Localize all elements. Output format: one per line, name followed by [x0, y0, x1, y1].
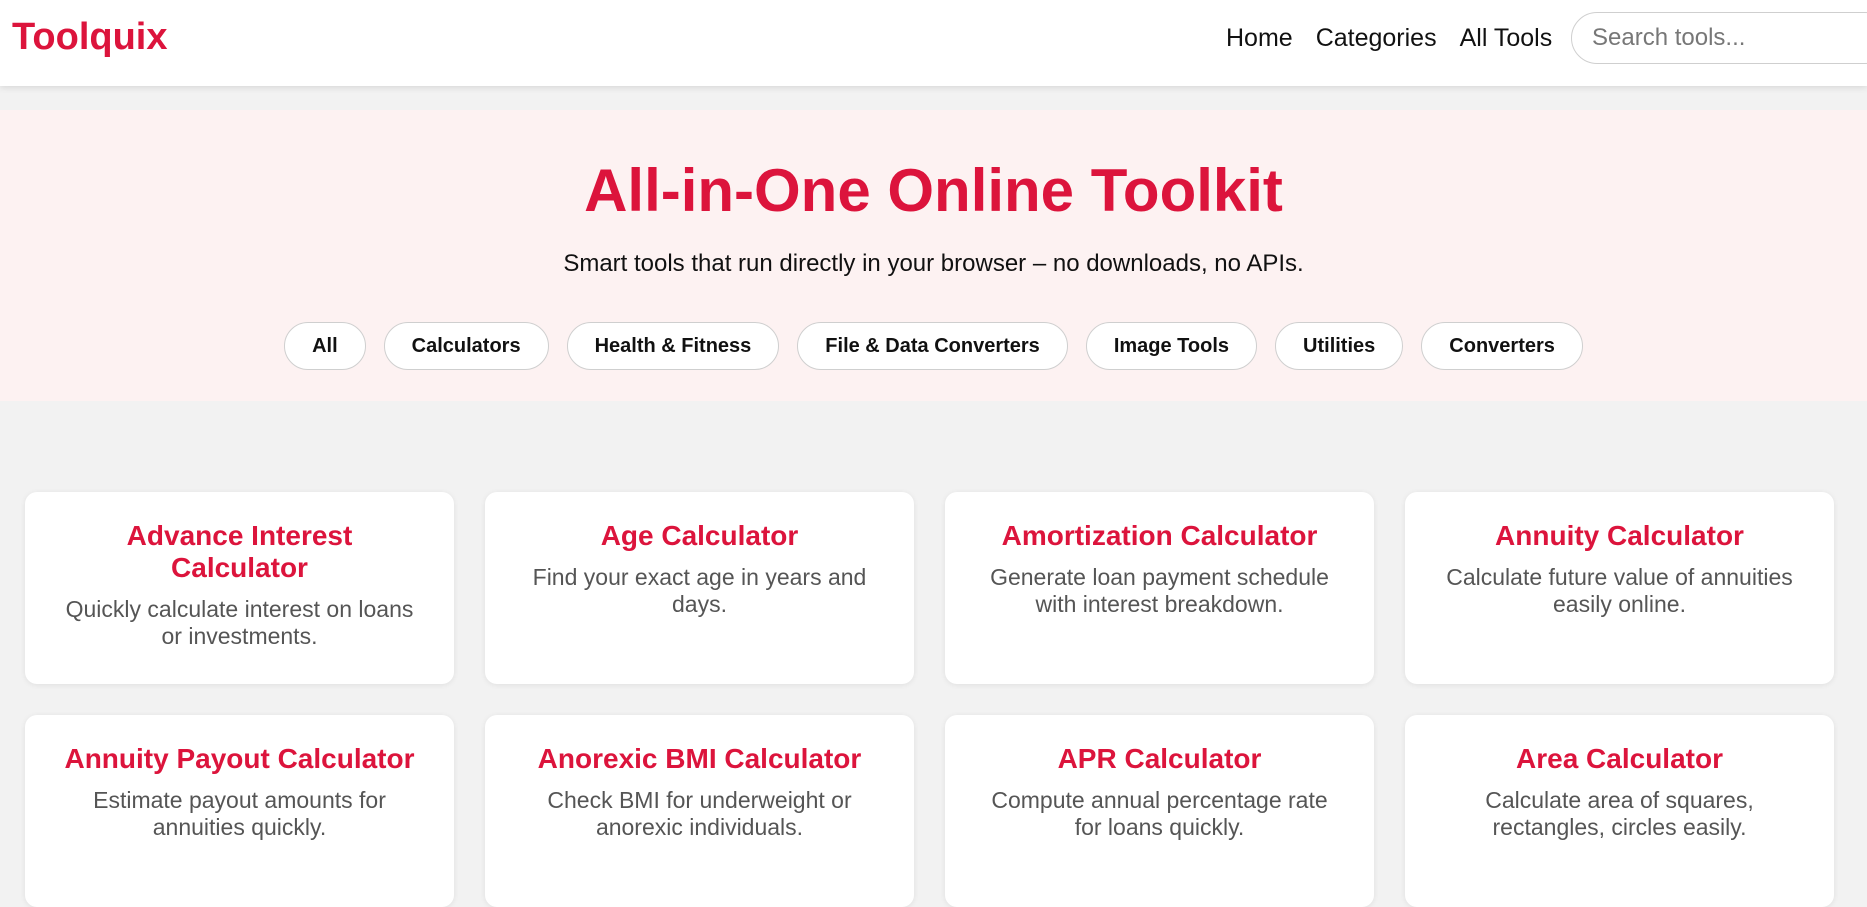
- tool-card-amortization[interactable]: Amortization Calculator Generate loan pa…: [945, 492, 1374, 684]
- tool-card-advance-interest[interactable]: Advance Interest Calculator Quickly calc…: [25, 492, 454, 684]
- tool-card-description: Compute annual percentage rate for loans…: [991, 787, 1328, 840]
- tool-card-title: Annuity Calculator: [1495, 520, 1744, 551]
- nav-categories-link[interactable]: Categories: [1316, 22, 1437, 54]
- tool-card-description: Check BMI for underweight or anorexic in…: [547, 787, 852, 840]
- tool-card-area[interactable]: Area Calculator Calculate area of square…: [1405, 715, 1834, 907]
- hero-title: All-in-One Online Toolkit: [584, 157, 1283, 224]
- filter-calculators[interactable]: Calculators: [383, 322, 549, 370]
- tool-card-description: Calculate area of squares, rectangles, c…: [1485, 787, 1754, 840]
- tool-card-title: Advance Interest Calculator: [126, 520, 353, 583]
- tool-card-description: Quickly calculate interest on loans or i…: [65, 596, 414, 649]
- tool-card-annuity-payout[interactable]: Annuity Payout Calculator Estimate payou…: [25, 715, 454, 907]
- tool-card-age[interactable]: Age Calculator Find your exact age in ye…: [485, 492, 914, 684]
- tool-card-title: Anorexic BMI Calculator: [537, 743, 862, 774]
- tool-card-title: Amortization Calculator: [1001, 520, 1318, 551]
- hero-section: All-in-One Online Toolkit Smart tools th…: [0, 110, 1867, 401]
- filter-utilities[interactable]: Utilities: [1275, 322, 1404, 370]
- filter-file-data-converters[interactable]: File & Data Converters: [797, 322, 1068, 370]
- filter-all[interactable]: All: [284, 322, 366, 370]
- tool-card-apr[interactable]: APR Calculator Compute annual percentage…: [945, 715, 1374, 907]
- tool-card-title: Age Calculator: [600, 520, 799, 551]
- tool-card-title: Annuity Payout Calculator: [64, 743, 415, 774]
- main-nav: Home Categories All Tools: [1226, 22, 1575, 54]
- tool-card-annuity[interactable]: Annuity Calculator Calculate future valu…: [1405, 492, 1834, 684]
- category-filters: All Calculators Health & Fitness File & …: [0, 322, 1867, 370]
- tool-card-anorexic-bmi[interactable]: Anorexic BMI Calculator Check BMI for un…: [485, 715, 914, 907]
- filter-health-fitness[interactable]: Health & Fitness: [566, 322, 780, 370]
- site-header: Toolquix Home Categories All Tools: [0, 0, 1867, 86]
- tool-card-description: Generate loan payment schedule with inte…: [990, 564, 1329, 617]
- tool-card-description: Calculate future value of annuities easi…: [1446, 564, 1793, 617]
- tools-grid: Advance Interest Calculator Quickly calc…: [25, 492, 1834, 907]
- tool-card-description: Find your exact age in years and days.: [532, 564, 867, 617]
- search-input[interactable]: [1571, 12, 1867, 64]
- filter-image-tools[interactable]: Image Tools: [1085, 322, 1258, 370]
- tool-card-title: Area Calculator: [1516, 743, 1723, 774]
- site-logo[interactable]: Toolquix: [12, 16, 168, 59]
- tool-card-title: APR Calculator: [1057, 743, 1262, 774]
- filter-converters[interactable]: Converters: [1421, 322, 1583, 370]
- tool-card-description: Estimate payout amounts for annuities qu…: [93, 787, 386, 840]
- nav-all-tools-link[interactable]: All Tools: [1460, 22, 1553, 54]
- nav-home-link[interactable]: Home: [1226, 22, 1293, 54]
- hero-subtitle: Smart tools that run directly in your br…: [563, 250, 1304, 277]
